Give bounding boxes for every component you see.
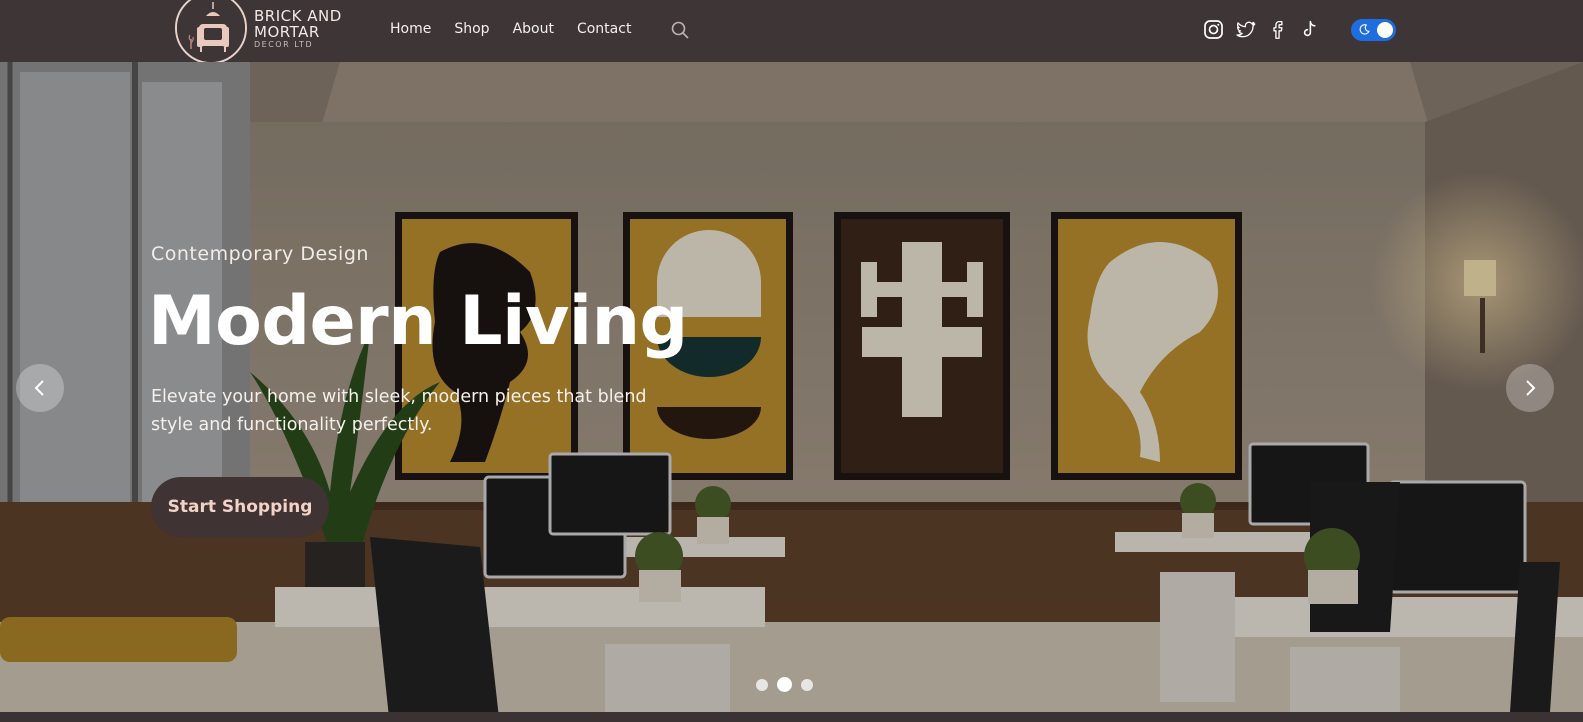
hero-eyebrow: Contemporary Design	[151, 243, 369, 265]
brand-line-2: MORTAR	[254, 23, 320, 41]
hero-carousel: Contemporary Design Modern Living Elevat…	[0, 62, 1583, 712]
hero-subtext: Elevate your home with sleek, modern pie…	[151, 387, 647, 435]
logo-emblem	[175, 0, 247, 64]
carousel-dot-2[interactable]	[777, 677, 792, 692]
main-nav: Home Shop About Contact	[390, 21, 631, 37]
carousel-prev-button[interactable]	[16, 364, 64, 412]
instagram-icon[interactable]	[1203, 19, 1224, 40]
nav-link-contact[interactable]: Contact	[577, 21, 631, 37]
nav-link-shop[interactable]: Shop	[454, 21, 489, 37]
carousel-dot-1[interactable]	[756, 678, 768, 691]
nav-link-home[interactable]: Home	[390, 21, 431, 37]
brand-line-1: BRICK AND	[254, 7, 342, 25]
tiktok-icon[interactable]	[1299, 19, 1320, 40]
search-icon[interactable]	[670, 20, 690, 40]
start-shopping-button[interactable]: Start Shopping	[151, 477, 329, 537]
carousel-dot-3[interactable]	[801, 678, 813, 691]
hero-headline: Modern Living	[148, 282, 688, 361]
moon-icon	[1359, 24, 1370, 35]
chevron-left-icon	[34, 380, 44, 396]
navbar: BRICK AND MORTAR DECOR LTD Home Shop Abo…	[0, 0, 1583, 64]
page-bottom-edge	[0, 712, 1583, 722]
chevron-right-icon	[1526, 380, 1536, 396]
toggle-knob	[1377, 22, 1393, 38]
theme-toggle[interactable]	[1351, 19, 1396, 41]
twitter-icon[interactable]	[1235, 19, 1256, 40]
brand-name: BRICK AND MORTAR DECOR LTD	[254, 8, 342, 50]
carousel-next-button[interactable]	[1506, 364, 1554, 412]
facebook-icon[interactable]	[1267, 19, 1288, 40]
nav-link-about[interactable]: About	[513, 21, 554, 37]
social-links	[1203, 19, 1320, 40]
carousel-indicators	[756, 677, 813, 692]
brand-logo[interactable]: BRICK AND MORTAR DECOR LTD	[175, 0, 350, 64]
brand-line-3: DECOR LTD	[254, 40, 314, 49]
